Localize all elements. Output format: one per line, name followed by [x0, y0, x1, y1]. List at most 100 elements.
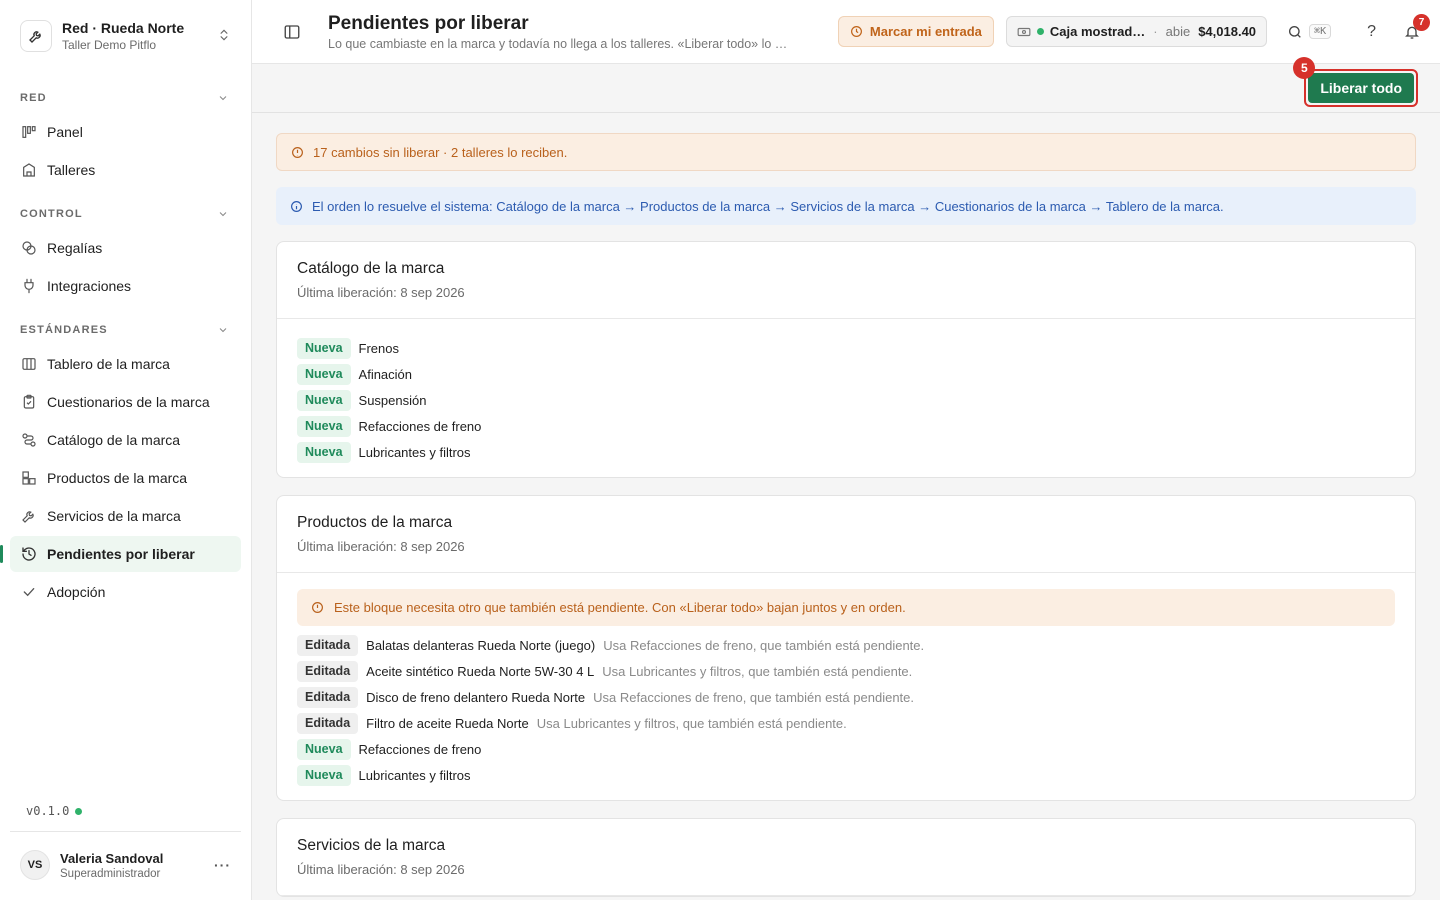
- user-role: Superadministrador: [60, 867, 161, 880]
- order-text: El orden lo resuelve el sistema: Catálog…: [312, 198, 1224, 214]
- route-icon: [20, 431, 38, 449]
- sidebar-item-servicios[interactable]: Servicios de la marca: [10, 498, 241, 534]
- list-item: Nueva Lubricantes y filtros: [297, 439, 1395, 465]
- app-version: v0.1.0: [26, 804, 83, 818]
- shortcut-hint: ⌘K: [1309, 24, 1332, 39]
- item-name: Aceite sintético Rueda Norte 5W-30 4 L: [366, 663, 595, 679]
- item-name: Balatas delanteras Rueda Norte (juego): [366, 637, 596, 653]
- clipboard-icon: [20, 393, 38, 411]
- user-name: Valeria Sandoval: [60, 850, 164, 866]
- section-toggle-estandares[interactable]: ESTÁNDARES: [10, 318, 241, 342]
- sidebar-item-talleres[interactable]: Talleres: [10, 152, 241, 188]
- chevron-down-icon: [219, 96, 227, 101]
- card-productos: Productos de la marca Última liberación:…: [276, 495, 1416, 801]
- section-label: RED: [20, 92, 47, 104]
- sidebar-item-label: Regalías: [47, 240, 103, 256]
- main-area: Pendientes por liberar Lo que cambiaste …: [252, 0, 1440, 900]
- coins-icon: [20, 239, 38, 257]
- item-note: Usa Refacciones de freno, que también es…: [593, 689, 914, 705]
- dependency-warning: Este bloque necesita otro que también es…: [297, 589, 1395, 626]
- content: 17 cambios sin liberar · 2 talleres lo r…: [252, 113, 1440, 900]
- nav-section-estandares: ESTÁNDARES Tablero de la marca Cuestiona…: [0, 318, 251, 610]
- card-servicios: Servicios de la marca Última liberación:…: [276, 818, 1416, 897]
- help-button[interactable]: ?: [1367, 23, 1376, 41]
- sidebar-item-catalogo[interactable]: Catálogo de la marca: [10, 422, 241, 458]
- status-dot: [75, 807, 83, 815]
- item-name: Afinación: [358, 366, 413, 382]
- sidebar-item-integraciones[interactable]: Integraciones: [10, 268, 241, 304]
- card-title: Productos de la marca: [297, 514, 453, 531]
- item-name: Lubricantes y filtros: [358, 444, 471, 460]
- notifications-button[interactable]: 7: [1404, 13, 1430, 40]
- mark-entry-button[interactable]: Marcar mi entrada: [837, 16, 994, 47]
- columns-icon: [20, 355, 38, 373]
- warning-text: Este bloque necesita otro que también es…: [334, 600, 906, 615]
- more-icon[interactable]: ···: [214, 857, 231, 873]
- status-badge: Nueva: [297, 764, 351, 786]
- panel-icon: [20, 123, 38, 141]
- card-subtitle: Última liberación: 8 sep 2026: [297, 285, 465, 300]
- cash-state: abie: [1165, 24, 1191, 39]
- cash-name: Caja mostrad…: [1049, 24, 1146, 39]
- list-item: Nueva Frenos: [297, 335, 1395, 361]
- section-label: CONTROL: [20, 208, 83, 220]
- sidebar-item-cuestionarios[interactable]: Cuestionarios de la marca: [10, 384, 241, 420]
- check-icon: [20, 583, 38, 601]
- status-badge: Editada: [297, 712, 359, 734]
- sidebar-item-pendientes[interactable]: Pendientes por liberar: [0, 536, 241, 572]
- release-all-button[interactable]: Liberar todo: [1308, 73, 1414, 103]
- sidebar-item-productos[interactable]: Productos de la marca: [10, 460, 241, 496]
- nav-section-control: CONTROL Regalías Integraciones: [0, 202, 251, 304]
- info-icon: [290, 200, 303, 213]
- nav-section-red: RED Panel Talleres: [0, 86, 251, 188]
- card-subtitle: Última liberación: 8 sep 2026: [297, 862, 465, 877]
- version-label: v0.1.0: [26, 804, 70, 818]
- item-name: Suspensión: [358, 392, 427, 408]
- alert-circle-icon: [291, 146, 304, 159]
- user-menu[interactable]: VS Valeria Sandoval Superadministrador ·…: [10, 831, 241, 880]
- list-item: Editada Aceite sintético Rueda Norte 5W-3…: [297, 658, 1395, 684]
- item-name: Disco de freno delantero Rueda Norte: [366, 689, 586, 705]
- section-toggle-control[interactable]: CONTROL: [10, 202, 241, 226]
- item-note: Usa Refacciones de freno, que también es…: [603, 637, 925, 653]
- sidebar-item-adopcion[interactable]: Adopción: [10, 574, 241, 610]
- status-dot: [1036, 28, 1044, 35]
- status-badge: Editada: [297, 660, 359, 682]
- sidebar-item-panel[interactable]: Panel: [10, 114, 241, 150]
- sidebar-item-label: Tablero de la marca: [47, 356, 170, 372]
- cash-icon: [1017, 25, 1031, 39]
- card-subtitle: Última liberación: 8 sep 2026: [297, 539, 465, 554]
- item-note: Usa Lubricantes y filtros, que también e…: [536, 715, 847, 731]
- sidebar-item-label: Talleres: [47, 162, 96, 178]
- chevron-down-icon: [219, 212, 227, 217]
- sidebar-toggle-icon[interactable]: [280, 20, 304, 44]
- org-switcher[interactable]: Red · Rueda Norte Taller Demo Pitflo: [0, 0, 251, 72]
- sidebar-item-label: Panel: [47, 124, 83, 140]
- sidebar-item-regalias[interactable]: Regalías: [10, 230, 241, 266]
- item-name: Filtro de aceite Rueda Norte: [366, 715, 529, 731]
- search-button[interactable]: ⌘K: [1287, 24, 1332, 40]
- clock-icon: [850, 25, 863, 38]
- status-badge: Nueva: [297, 441, 351, 463]
- mark-entry-label: Marcar mi entrada: [869, 24, 982, 39]
- sidebar-item-label: Cuestionarios de la marca: [47, 394, 210, 410]
- status-badge: Editada: [297, 686, 359, 708]
- summary-alert: 17 cambios sin liberar · 2 talleres lo r…: [276, 133, 1416, 171]
- chevron-down-icon: [219, 328, 227, 333]
- status-badge: Nueva: [297, 337, 351, 359]
- cash-register-selector[interactable]: Caja mostrad… · abie $4,018.40: [1005, 16, 1268, 47]
- page-subtitle: Lo que cambiaste en la marca y todavía n…: [328, 36, 788, 51]
- section-toggle-red[interactable]: RED: [10, 86, 241, 110]
- summary-text: 17 cambios sin liberar · 2 talleres lo r…: [313, 144, 568, 160]
- sidebar-item-label: Pendientes por liberar: [47, 546, 195, 562]
- sidebar-item-label: Catálogo de la marca: [47, 432, 181, 448]
- wrench-icon: [20, 20, 52, 52]
- status-badge: Nueva: [297, 389, 351, 411]
- status-badge: Editada: [297, 634, 359, 656]
- list-item: Nueva Lubricantes y filtros: [297, 762, 1395, 788]
- status-badge: Nueva: [297, 738, 351, 760]
- sidebar-item-tablero[interactable]: Tablero de la marca: [10, 346, 241, 382]
- list-item: Editada Disco de freno delantero Rueda No…: [297, 684, 1395, 710]
- sidebar: Red · Rueda Norte Taller Demo Pitflo RED…: [0, 0, 252, 900]
- release-all-highlight: 5 Liberar todo: [1293, 57, 1418, 107]
